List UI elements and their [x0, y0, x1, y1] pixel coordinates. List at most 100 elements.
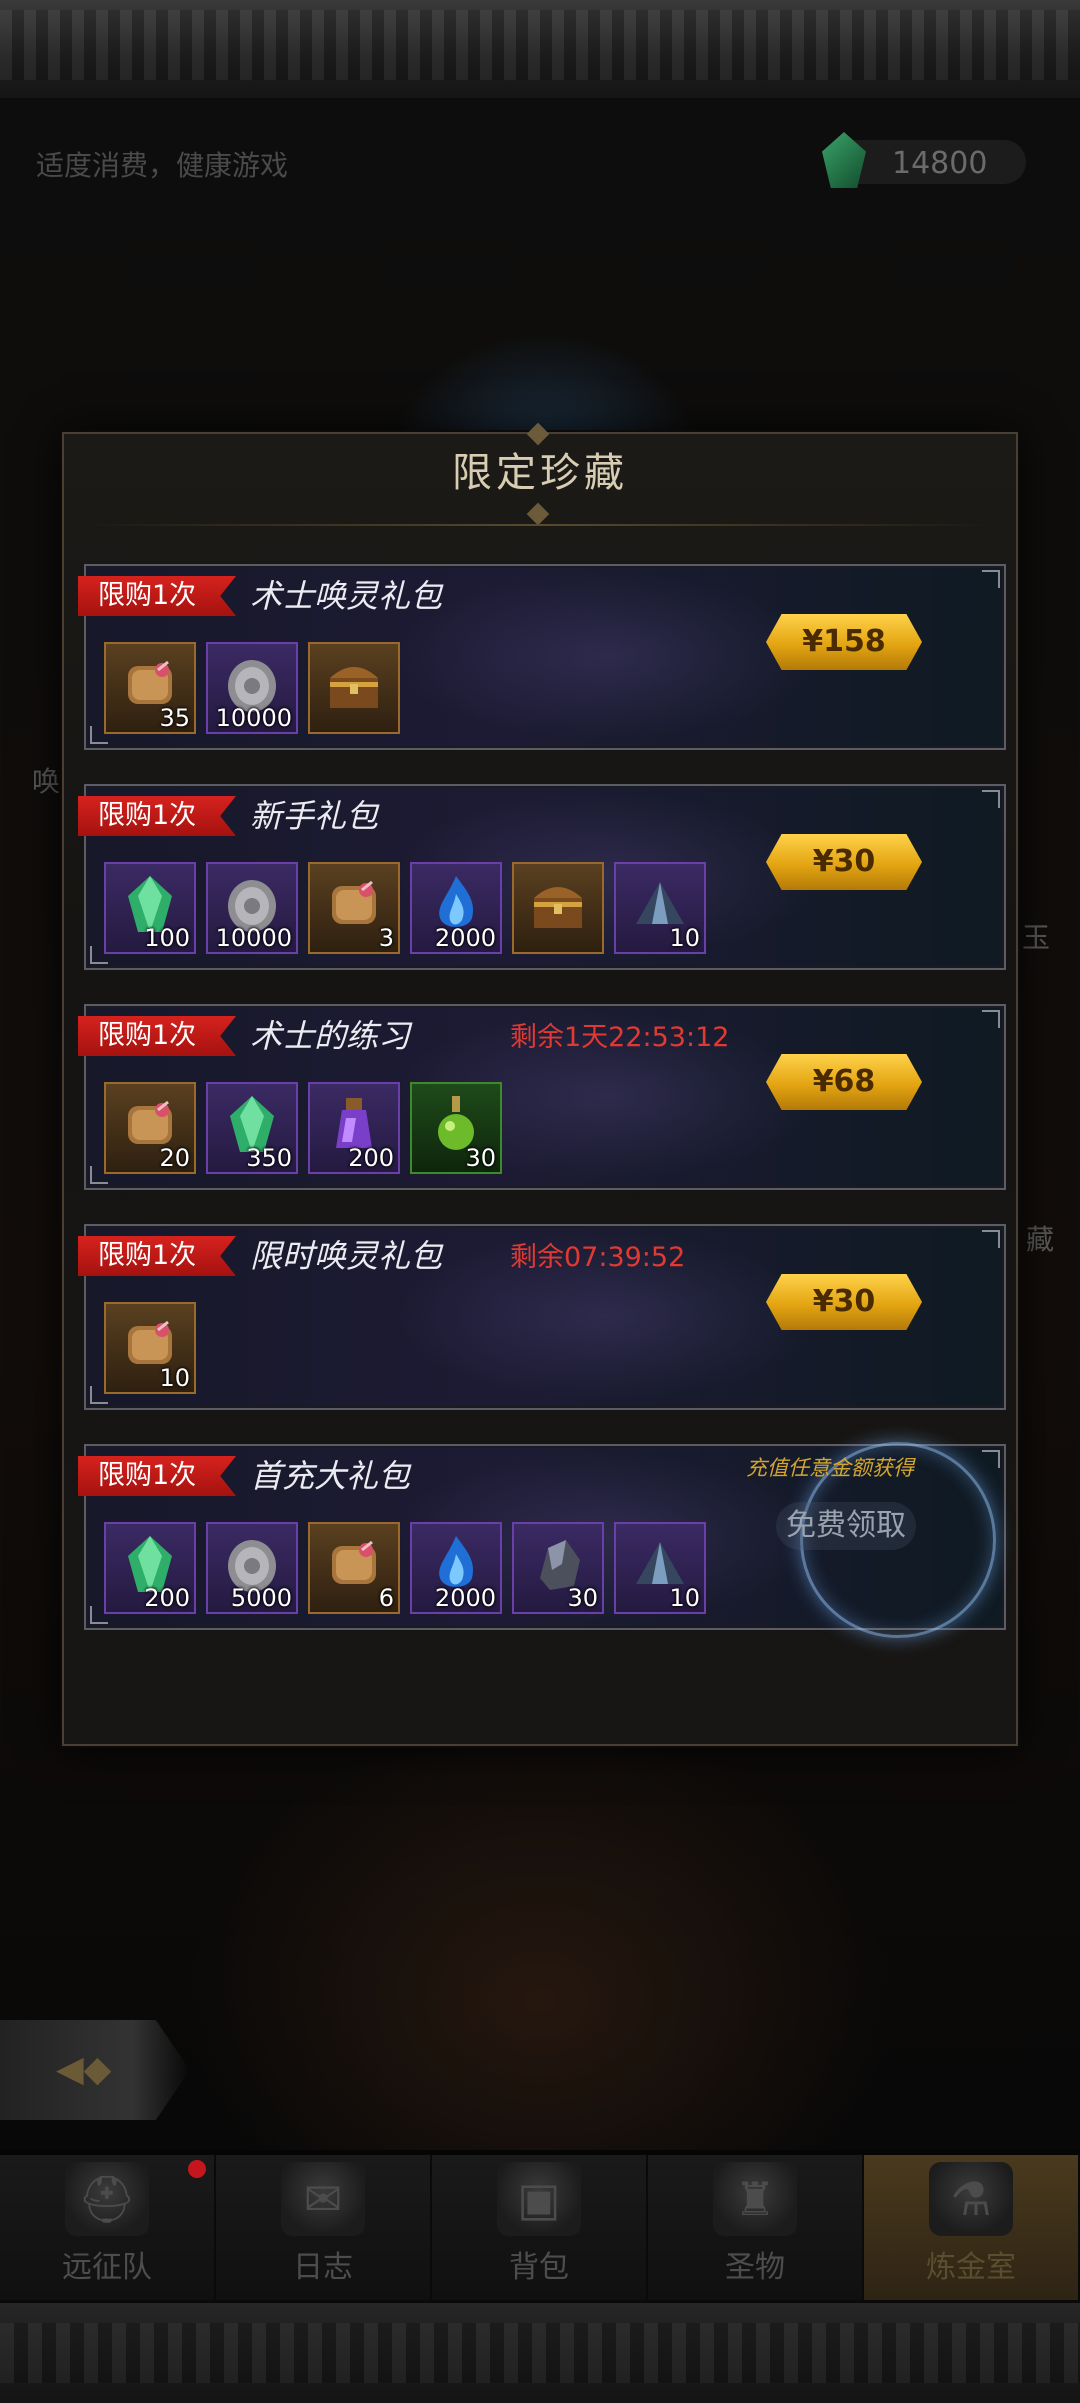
nav-item[interactable]: ♜ 圣物 — [648, 2155, 864, 2300]
item-count: 10 — [159, 1364, 190, 1392]
free-hint: 充值任意金额获得 — [746, 1456, 914, 1480]
reward-item[interactable]: 35 — [104, 642, 196, 734]
nav-label: 远征队 — [62, 2250, 152, 2285]
pack-timer: 剩余1天22:53:12 — [510, 1022, 730, 1053]
bottom-nav: ⛑ 远征队 ✉ 日志 ▣ 背包 ♜ 圣物 ⚗ 炼金室 — [0, 2155, 1080, 2300]
free-claim-button[interactable]: 免费领取 — [776, 1502, 916, 1550]
backpack-icon: ▣ — [497, 2162, 581, 2236]
item-count: 10 — [669, 1584, 700, 1612]
pack-card: 限购1次 新手礼包 100 10000 3 2000 10 ¥30 — [78, 784, 1006, 970]
item-row: 35 10000 — [104, 642, 400, 734]
pack-card: 限购1次 术士唤灵礼包 35 10000 ¥158 — [78, 564, 1006, 750]
alchemy-icon: ⚗ — [929, 2162, 1013, 2236]
notification-dot — [188, 2160, 206, 2178]
reward-item[interactable]: 350 — [206, 1082, 298, 1174]
item-count: 35 — [159, 704, 190, 732]
item-count: 3 — [378, 924, 394, 952]
reward-item[interactable]: 10000 — [206, 862, 298, 954]
reward-item[interactable]: 5000 — [206, 1522, 298, 1614]
item-row: 10 — [104, 1302, 196, 1394]
top-frame — [0, 0, 1080, 102]
side-label-right-2: 藏 — [1026, 1223, 1055, 1256]
title-divider — [84, 524, 994, 526]
reward-item[interactable]: 10 — [104, 1302, 196, 1394]
treasure-chest-icon — [526, 872, 590, 936]
reward-item[interactable]: 10000 — [206, 642, 298, 734]
reward-item[interactable]: 100 — [104, 862, 196, 954]
pack-card: 限购1次 限时唤灵礼包 剩余07:39:52 10 ¥30 — [78, 1224, 1006, 1410]
pack-name: 术士唤灵礼包 — [250, 577, 443, 615]
limit-tag: 限购1次 — [78, 796, 236, 836]
reward-item[interactable]: 200 — [308, 1082, 400, 1174]
limit-tag: 限购1次 — [78, 1016, 236, 1056]
item-count: 5000 — [230, 1584, 292, 1612]
reward-item[interactable]: 3 — [308, 862, 400, 954]
nav-label: 日志 — [293, 2250, 353, 2285]
currency-display[interactable]: 14800 — [822, 132, 1026, 188]
nav-label: 圣物 — [725, 2250, 785, 2285]
bottom-frame — [0, 2300, 1080, 2403]
reward-item[interactable]: 30 — [512, 1522, 604, 1614]
reward-item[interactable] — [308, 642, 400, 734]
item-count: 10000 — [215, 924, 292, 952]
item-row: 20 350 200 30 — [104, 1082, 502, 1174]
price-button[interactable]: ¥158 — [766, 614, 922, 670]
item-count: 10000 — [215, 704, 292, 732]
nav-label: 背包 — [509, 2250, 569, 2285]
limit-tag: 限购1次 — [78, 576, 236, 616]
reward-item[interactable]: 30 — [410, 1082, 502, 1174]
modal-title: 限定珍藏 — [452, 450, 628, 496]
pack-name: 首充大礼包 — [250, 1457, 411, 1495]
viking-helmet-icon: ⛑ — [65, 2162, 149, 2236]
scroll-icon — [322, 1532, 386, 1596]
reward-item[interactable] — [512, 862, 604, 954]
reward-item[interactable]: 10 — [614, 1522, 706, 1614]
pack-card: 限购1次 首充大礼包 200 5000 6 2000 30 10 充值任意金额获得免费领取 — [78, 1442, 1006, 1638]
pack-name: 术士的练习 — [250, 1017, 411, 1055]
item-row: 200 5000 6 2000 30 10 — [104, 1522, 706, 1614]
reward-item[interactable]: 20 — [104, 1082, 196, 1174]
back-button[interactable]: ◀◆ — [0, 2020, 190, 2120]
treasure-chest-icon — [322, 652, 386, 716]
reward-item[interactable]: 200 — [104, 1522, 196, 1614]
item-count: 6 — [378, 1584, 394, 1612]
item-count: 200 — [144, 1584, 190, 1612]
nav-label: 炼金室 — [926, 2250, 1016, 2285]
reward-item[interactable]: 2000 — [410, 862, 502, 954]
limit-tag: 限购1次 — [78, 1456, 236, 1496]
nav-item[interactable]: ⛑ 远征队 — [0, 2155, 216, 2300]
item-count: 20 — [159, 1144, 190, 1172]
pack-card: 限购1次 术士的练习 剩余1天22:53:12 20 350 200 30 ¥68 — [78, 1004, 1006, 1190]
item-count: 350 — [246, 1144, 292, 1172]
nav-item[interactable]: ✉ 日志 — [216, 2155, 432, 2300]
item-count: 2000 — [434, 924, 496, 952]
health-notice: 适度消费，健康游戏 — [36, 149, 289, 182]
price-button[interactable]: ¥30 — [766, 834, 922, 890]
reward-item[interactable]: 10 — [614, 862, 706, 954]
limit-tag: 限购1次 — [78, 1236, 236, 1276]
reward-item[interactable]: 2000 — [410, 1522, 502, 1614]
side-label-right-1: 玉 — [1022, 921, 1051, 954]
limited-collection-modal: 限定珍藏 限购1次 术士唤灵礼包 35 10000 ¥158 限购1次 新手礼包 100 100… — [62, 422, 1018, 1746]
price-button[interactable]: ¥68 — [766, 1054, 922, 1110]
map-scroll-icon: ✉ — [281, 2162, 365, 2236]
item-count: 30 — [465, 1144, 496, 1172]
pack-timer: 剩余07:39:52 — [510, 1242, 686, 1273]
item-count: 200 — [348, 1144, 394, 1172]
item-count: 10 — [669, 924, 700, 952]
currency-value: 14800 — [892, 146, 988, 181]
scroll-icon — [322, 872, 386, 936]
relic-torch-icon: ♜ — [713, 2162, 797, 2236]
nav-item[interactable]: ⚗ 炼金室 — [864, 2155, 1080, 2300]
reward-item[interactable]: 6 — [308, 1522, 400, 1614]
pack-name: 新手礼包 — [250, 797, 379, 835]
item-count: 100 — [144, 924, 190, 952]
item-count: 2000 — [434, 1584, 496, 1612]
back-arrow-icon: ◀◆ — [56, 2049, 112, 2090]
price-button[interactable]: ¥30 — [766, 1274, 922, 1330]
pack-name: 限时唤灵礼包 — [250, 1237, 443, 1275]
side-label-left: 唤 — [32, 765, 61, 798]
item-row: 100 10000 3 2000 10 — [104, 862, 706, 954]
item-count: 30 — [567, 1584, 598, 1612]
nav-item[interactable]: ▣ 背包 — [432, 2155, 648, 2300]
